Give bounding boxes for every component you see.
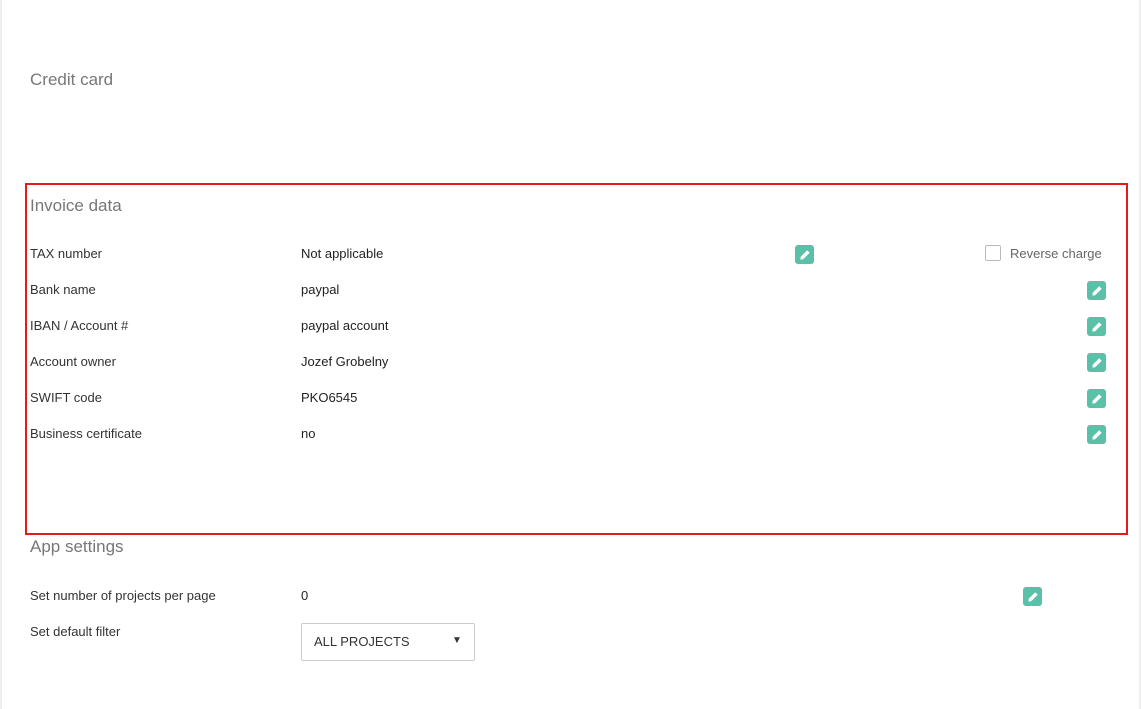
iban-value: paypal account [301, 318, 389, 333]
edit-tax-number-button[interactable] [795, 245, 814, 264]
bank-name-value: paypal [301, 282, 340, 297]
pencil-icon [1091, 357, 1102, 368]
edit-swift-code-button[interactable] [1087, 389, 1106, 408]
edit-business-certificate-button[interactable] [1087, 425, 1106, 444]
app-settings-title: App settings [30, 537, 124, 556]
business-certificate-label: Business certificate [30, 426, 142, 441]
account-owner-label: Account owner [30, 354, 116, 369]
pencil-icon [1091, 321, 1102, 332]
pencil-icon [1091, 429, 1102, 440]
pencil-icon [1091, 285, 1102, 296]
pencil-icon [1027, 591, 1038, 602]
pencil-icon [1091, 393, 1102, 404]
projects-per-page-label: Set number of projects per page [30, 588, 216, 603]
default-filter-label: Set default filter [30, 624, 121, 639]
highlight-box [25, 183, 1128, 535]
default-filter-value: ALL PROJECTS [314, 634, 410, 649]
left-border [0, 0, 2, 709]
bank-name-label: Bank name [30, 282, 96, 297]
business-certificate-value: no [301, 426, 316, 441]
account-owner-value: Jozef Grobelny [301, 354, 389, 369]
tax-number-label: TAX number [30, 246, 103, 261]
reverse-charge-label: Reverse charge [1010, 246, 1102, 261]
caret-down-icon: ▼ [452, 635, 462, 646]
projects-per-page-value: 0 [301, 588, 309, 603]
edit-account-owner-button[interactable] [1087, 353, 1106, 372]
edit-iban-button[interactable] [1087, 317, 1106, 336]
edit-projects-per-page-button[interactable] [1023, 587, 1042, 606]
edit-bank-name-button[interactable] [1087, 281, 1106, 300]
credit-card-title: Credit card [30, 70, 114, 89]
reverse-charge-checkbox[interactable] [985, 245, 1001, 261]
pencil-icon [799, 249, 810, 260]
default-filter-select[interactable]: ALL PROJECTS ▼ [301, 623, 475, 661]
invoice-data-title: Invoice data [30, 196, 122, 215]
swift-code-value: PKO6545 [301, 390, 358, 405]
iban-label: IBAN / Account # [30, 318, 129, 333]
swift-code-label: SWIFT code [30, 390, 103, 405]
tax-number-value: Not applicable [301, 246, 384, 261]
